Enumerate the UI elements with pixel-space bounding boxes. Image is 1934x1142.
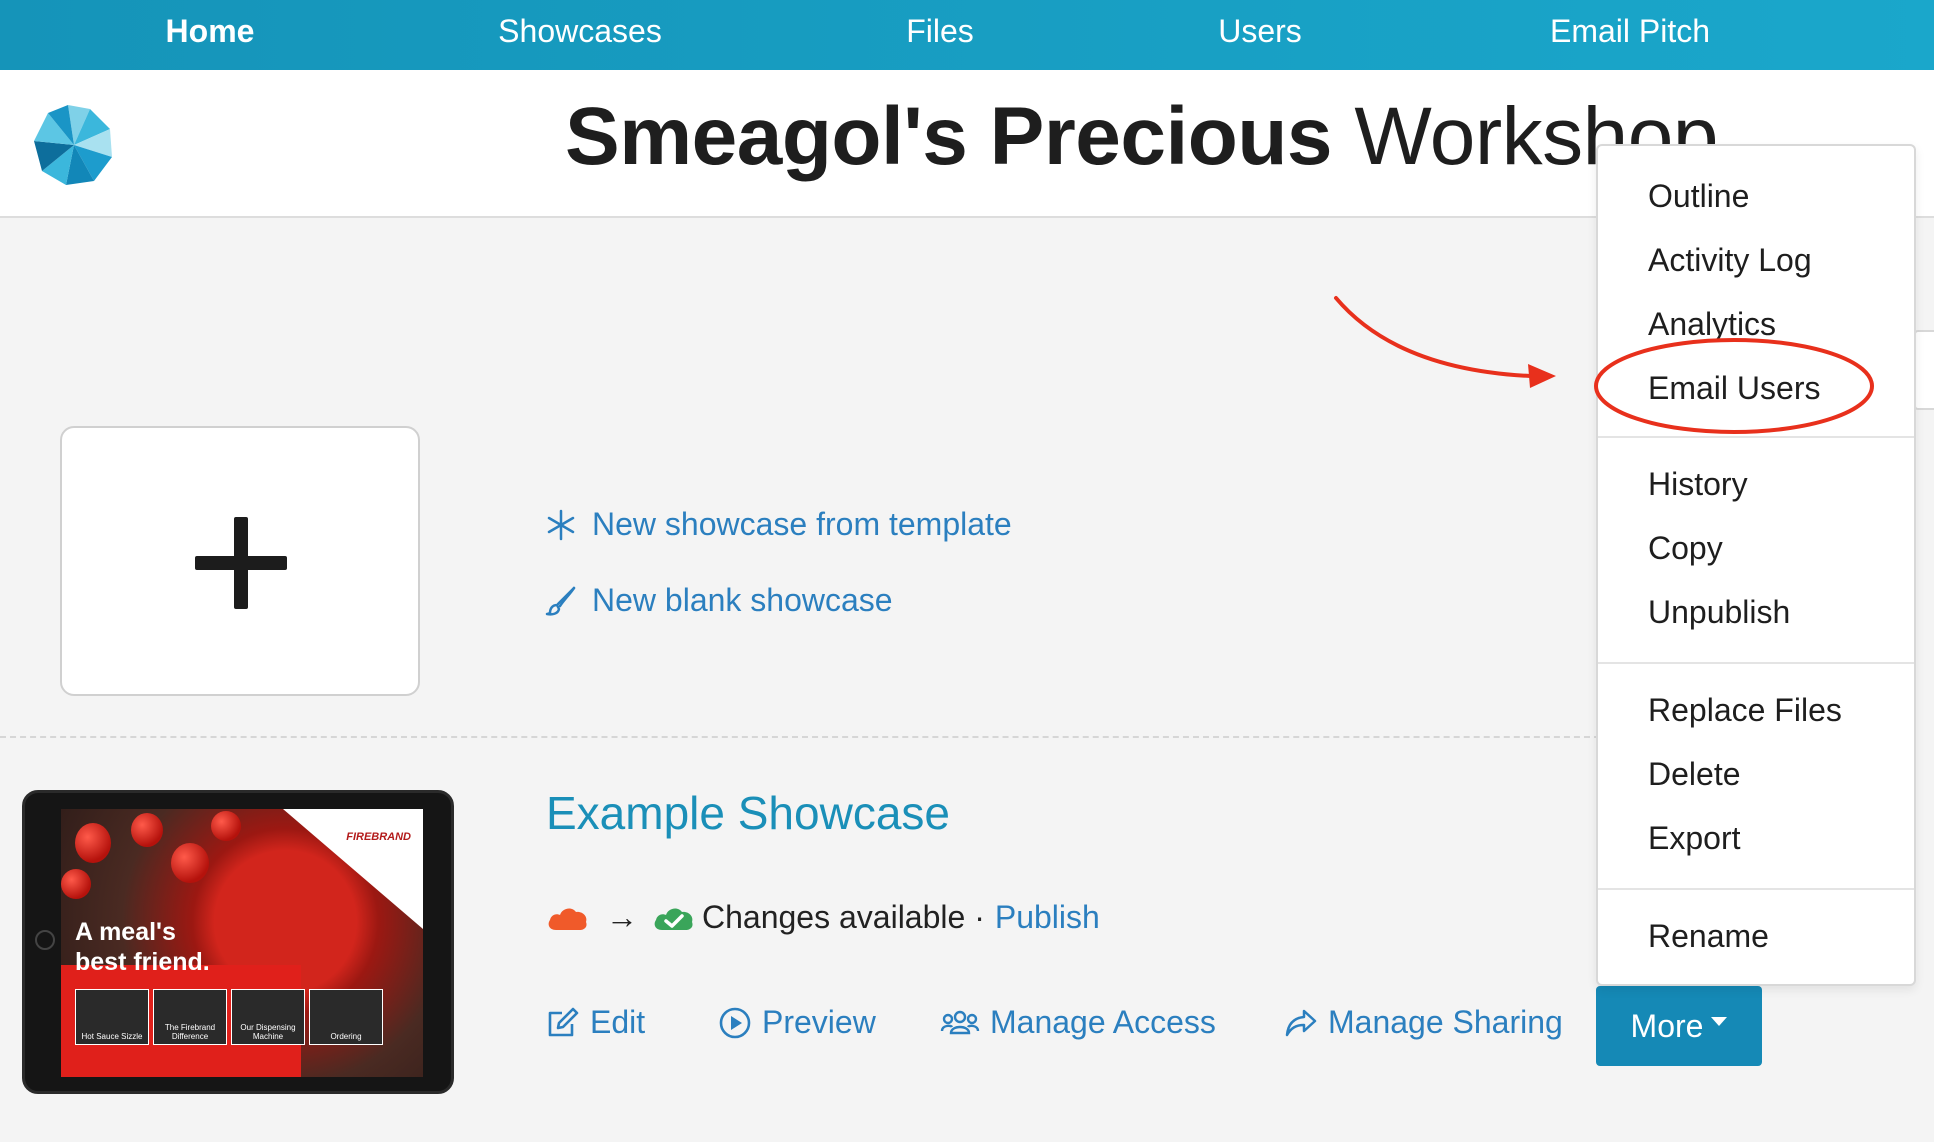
- nav-home[interactable]: Home: [110, 0, 310, 62]
- more-button[interactable]: More: [1596, 986, 1762, 1066]
- menu-item-rename[interactable]: Rename: [1648, 918, 1769, 955]
- page-title: Smeagol's Precious Workshop: [565, 90, 1718, 184]
- menu-item-analytics[interactable]: Analytics: [1648, 306, 1776, 343]
- plus-icon-vertical: [234, 517, 248, 609]
- thumbnail-tile: The Firebrand Difference: [153, 989, 227, 1045]
- new-blank-showcase-link[interactable]: New blank showcase: [544, 582, 893, 619]
- menu-separator: [1598, 662, 1914, 664]
- menu-item-delete[interactable]: Delete: [1648, 756, 1741, 793]
- top-nav: Home Showcases Files Users Email Pitch: [0, 0, 1934, 70]
- nav-email-pitch[interactable]: Email Pitch: [1520, 0, 1740, 62]
- status-text: Changes available ·: [702, 898, 985, 935]
- thumbnail-screen: FIREBRAND A meal's best friend. Hot Sauc…: [61, 809, 423, 1077]
- thumbnail-tagline: A meal's best friend.: [75, 918, 210, 976]
- nav-files[interactable]: Files: [880, 0, 1000, 62]
- play-circle-icon: [719, 1007, 751, 1038]
- edit-label: Edit: [590, 1004, 646, 1040]
- menu-item-export[interactable]: Export: [1648, 820, 1740, 857]
- sync-arrow: →: [606, 898, 638, 935]
- tablet-home-button: [35, 930, 55, 950]
- new-showcase-card[interactable]: [60, 426, 420, 696]
- menu-item-outline[interactable]: Outline: [1648, 178, 1749, 215]
- cloud-synced-icon: [654, 908, 693, 930]
- more-dropdown-menu: Outline Activity Log Analytics Email Use…: [1596, 144, 1916, 986]
- manage-sharing-label: Manage Sharing: [1328, 1004, 1563, 1040]
- showcase-thumbnail[interactable]: FIREBRAND A meal's best friend. Hot Sauc…: [22, 790, 454, 1094]
- thumbnail-tile: Our Dispensing Machine: [231, 989, 305, 1045]
- menu-item-history[interactable]: History: [1648, 466, 1748, 503]
- page-title-bold: Smeagol's Precious: [565, 91, 1333, 182]
- edit-button[interactable]: Edit: [546, 1004, 645, 1041]
- cloud-local-icon: [548, 908, 587, 930]
- menu-separator: [1598, 888, 1914, 890]
- preview-label: Preview: [762, 1004, 876, 1040]
- nav-showcases[interactable]: Showcases: [470, 0, 690, 62]
- new-from-template-link[interactable]: New showcase from template: [544, 506, 1012, 543]
- offscreen-panel-edge: [1914, 330, 1934, 410]
- showcase-title[interactable]: Example Showcase: [546, 786, 950, 840]
- more-label: More: [1630, 1007, 1704, 1044]
- nav-users[interactable]: Users: [1200, 0, 1320, 62]
- annotation-arrowhead: [1528, 364, 1556, 388]
- annotation-arrow: [1334, 296, 1532, 378]
- preview-button[interactable]: Preview: [718, 1004, 876, 1041]
- caret-down-icon: [1711, 1016, 1728, 1026]
- menu-item-email-users[interactable]: Email Users: [1648, 370, 1820, 407]
- sync-status: → Changes available · Publish: [546, 895, 1100, 939]
- edit-icon: [548, 1007, 579, 1036]
- manage-access-button[interactable]: Manage Access: [940, 1004, 1216, 1041]
- asterisk-icon: [547, 509, 575, 540]
- thumbnail-brand: FIREBRAND: [346, 831, 411, 843]
- users-icon: [940, 1010, 980, 1034]
- manage-sharing-button[interactable]: Manage Sharing: [1284, 1004, 1563, 1041]
- menu-item-replace-files[interactable]: Replace Files: [1648, 692, 1842, 729]
- thumbnail-tile: Ordering: [309, 989, 383, 1045]
- thumbnail-tile: Hot Sauce Sizzle: [75, 989, 149, 1045]
- menu-item-activity-log[interactable]: Activity Log: [1648, 242, 1812, 279]
- publish-link[interactable]: Publish: [995, 899, 1100, 936]
- share-icon: [1285, 1009, 1317, 1036]
- new-blank-showcase-label: New blank showcase: [592, 582, 893, 618]
- menu-item-copy[interactable]: Copy: [1648, 530, 1723, 567]
- paintbrush-icon: [545, 586, 576, 616]
- showpad-logo-icon[interactable]: [24, 100, 124, 190]
- new-from-template-label: New showcase from template: [592, 506, 1012, 542]
- section-divider: [0, 736, 1600, 738]
- menu-item-unpublish[interactable]: Unpublish: [1648, 594, 1790, 631]
- manage-access-label: Manage Access: [990, 1004, 1216, 1040]
- menu-separator: [1598, 436, 1914, 438]
